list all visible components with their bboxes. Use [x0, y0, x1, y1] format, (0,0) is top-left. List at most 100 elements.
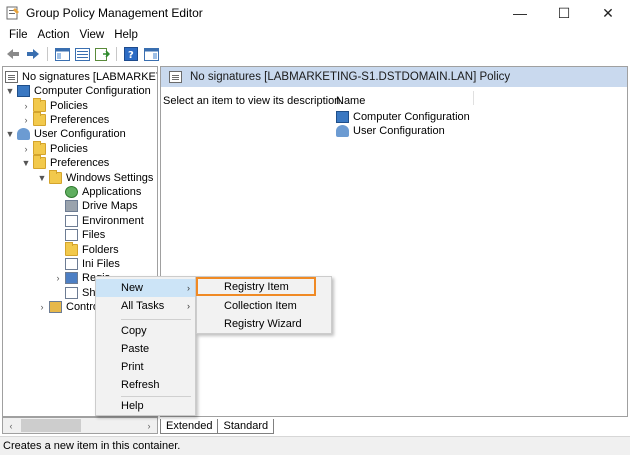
chevron-right-icon[interactable]: › — [53, 273, 63, 283]
list-item-label: Computer Configuration — [353, 111, 470, 123]
context-menu-all-tasks[interactable]: All Tasks › — [96, 297, 195, 315]
tree-item-windows-settings[interactable]: ▼ Windows Settings — [37, 170, 154, 185]
status-text: Creates a new item in this container. — [3, 440, 181, 452]
chevron-down-icon[interactable]: ▼ — [37, 173, 47, 183]
toolbar-separator — [116, 47, 117, 61]
properties-icon[interactable] — [73, 46, 91, 62]
chevron-down-icon[interactable]: ▼ — [21, 158, 31, 168]
tree-item-label: Ini Files — [82, 258, 120, 270]
submenu-registry-wizard[interactable]: Registry Wizard — [197, 315, 331, 333]
context-menu-paste[interactable]: Paste — [96, 340, 195, 358]
tree-item-preferences[interactable]: ▼ Preferences — [21, 155, 110, 170]
context-menu-label: Help — [121, 400, 144, 412]
policy-icon — [169, 71, 182, 83]
tree-item-ini-files[interactable]: Ini Files — [65, 257, 120, 271]
computer-config-icon — [336, 111, 349, 123]
svg-text:?: ? — [128, 50, 134, 61]
tree-item-policies[interactable]: › Policies — [21, 141, 88, 156]
column-header-name[interactable]: Name — [336, 95, 365, 107]
close-button[interactable]: ✕ — [586, 0, 630, 26]
export-list-icon[interactable] — [93, 46, 111, 62]
column-divider[interactable] — [473, 91, 474, 105]
maximize-button[interactable]: ☐ — [542, 0, 586, 26]
computer-config-icon — [17, 85, 30, 97]
folders-icon — [65, 242, 78, 256]
list-item-user-configuration[interactable]: User Configuration — [336, 124, 445, 138]
context-menu-copy[interactable]: Copy — [96, 322, 195, 340]
submenu-label: Collection Item — [224, 300, 297, 312]
minimize-button[interactable]: — — [498, 0, 542, 26]
tree-item-folders[interactable]: Folders — [65, 242, 119, 257]
tree-item-files[interactable]: Files — [65, 228, 105, 242]
context-menu-label: Paste — [121, 343, 150, 355]
tree-item-drive-maps[interactable]: Drive Maps — [65, 199, 138, 213]
chevron-down-icon[interactable]: ▼ — [5, 86, 15, 96]
chevron-right-icon[interactable]: › — [21, 101, 31, 111]
tree-item-environment[interactable]: Environment — [65, 214, 144, 228]
policy-icon — [5, 71, 18, 83]
tree-item-computer-configuration[interactable]: ▼ Computer Configuration — [5, 84, 151, 98]
submenu-collection-item[interactable]: Collection Item — [197, 297, 331, 315]
help-icon[interactable]: ? — [122, 46, 140, 62]
tree-item-label: Folders — [82, 244, 119, 256]
menu-help[interactable]: Help — [109, 29, 143, 41]
context-menu-new[interactable]: New › — [96, 279, 195, 297]
tree-item-label: Files — [82, 229, 106, 241]
context-menu-label: New — [121, 282, 144, 294]
folder-icon — [49, 170, 62, 184]
toolbar-separator — [47, 47, 48, 61]
tree-item-label: Environment — [82, 215, 144, 227]
list-item-label: User Configuration — [353, 125, 445, 137]
tree-horizontal-scrollbar[interactable]: ‹ › — [2, 417, 158, 434]
window-title: Group Policy Management Editor — [26, 6, 203, 20]
menu-view[interactable]: View — [75, 29, 110, 41]
registry-icon — [65, 272, 78, 284]
tree-root[interactable]: No signatures [LABMARKETING- — [5, 70, 157, 84]
context-menu-refresh[interactable]: Refresh — [96, 376, 195, 394]
scroll-right-icon[interactable]: › — [141, 421, 157, 431]
context-menu-print[interactable]: Print — [96, 358, 195, 376]
forward-icon[interactable] — [24, 46, 42, 62]
show-hide-action-pane-icon[interactable] — [142, 46, 160, 62]
menu-bar: File Action View Help — [0, 26, 630, 44]
tree-item-label: Preferences — [50, 114, 110, 126]
context-menu-help[interactable]: Help — [96, 397, 195, 415]
folder-icon — [33, 155, 46, 169]
chevron-down-icon[interactable]: ▼ — [5, 129, 15, 139]
tree-item-preferences[interactable]: › Preferences — [21, 112, 110, 127]
tree-item-label: Preferences — [50, 157, 110, 169]
details-header: No signatures [LABMARKETING-S1.DSTDOMAIN… — [161, 67, 627, 87]
registry-item-highlight — [196, 277, 316, 296]
scroll-left-icon[interactable]: ‹ — [3, 421, 19, 431]
scrollbar-thumb[interactable] — [21, 419, 81, 432]
chevron-right-icon[interactable]: › — [21, 144, 31, 154]
chevron-right-icon[interactable]: › — [37, 302, 47, 312]
show-hide-tree-icon[interactable] — [53, 46, 71, 62]
menu-file[interactable]: File — [4, 29, 33, 41]
details-header-title: No signatures [LABMARKETING-S1.DSTDOMAIN… — [190, 71, 511, 83]
back-icon[interactable] — [4, 46, 22, 62]
tree-item-label: User Configuration — [34, 128, 126, 140]
chevron-right-icon: › — [187, 283, 190, 293]
tab-extended[interactable]: Extended — [160, 419, 219, 434]
drive-maps-icon — [65, 200, 78, 212]
context-menu-label: Copy — [121, 325, 147, 337]
chevron-right-icon[interactable]: › — [21, 115, 31, 125]
ini-files-icon — [65, 258, 78, 270]
menu-separator — [121, 319, 191, 320]
view-tabs: Extended Standard — [160, 418, 275, 434]
tree-item-policies[interactable]: › Policies — [21, 98, 88, 113]
tree-item-control-panel-settings[interactable]: › Contro — [37, 300, 99, 314]
tree-item-applications[interactable]: Applications — [65, 185, 141, 199]
tree-item-label: Drive Maps — [82, 200, 138, 212]
tree-item-label: Windows Settings — [66, 172, 154, 184]
tree-item-label: Computer Configuration — [34, 85, 151, 97]
tab-standard[interactable]: Standard — [217, 419, 275, 434]
list-item-computer-configuration[interactable]: Computer Configuration — [336, 110, 470, 124]
toolbar: ? — [0, 44, 630, 64]
tree-item-user-configuration[interactable]: ▼ User Configuration — [5, 127, 126, 141]
description-text: Select an item to view its description. — [163, 95, 344, 107]
menu-action[interactable]: Action — [33, 29, 75, 41]
tree-item-label: Applications — [82, 186, 142, 198]
tree-item-label: Policies — [50, 143, 88, 155]
